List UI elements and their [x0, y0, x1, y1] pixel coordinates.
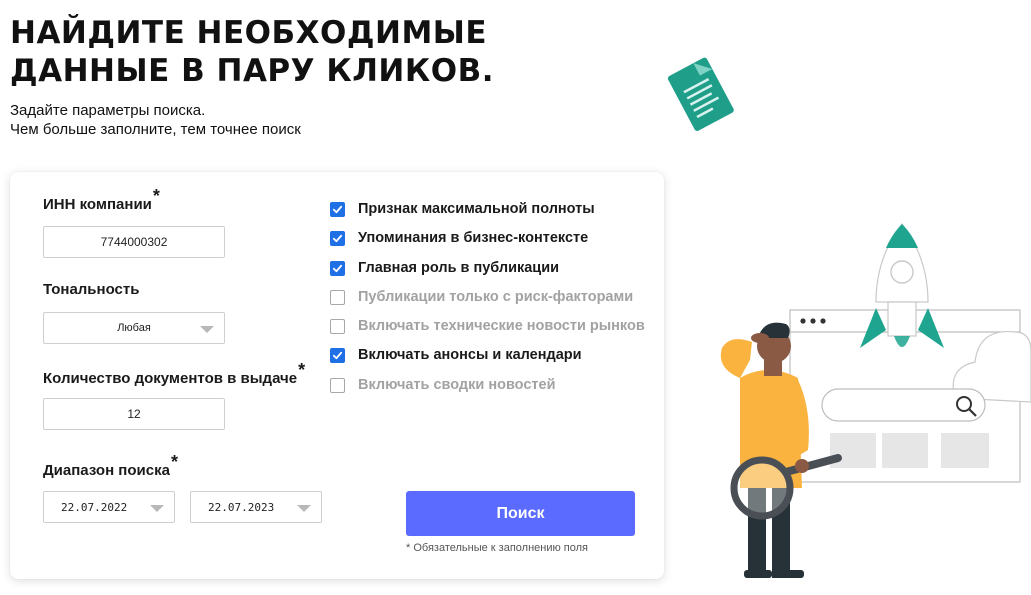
page-title: Найдите необходимые данные в пару кликов… — [10, 14, 494, 90]
option-label: Признак максимальной полноты — [358, 201, 595, 217]
required-mark: * — [152, 186, 160, 206]
option-max-completeness[interactable]: Признак максимальной полноты — [330, 199, 595, 219]
required-mark: * — [170, 452, 178, 472]
option-label: Включать анонсы и календари — [358, 347, 582, 363]
inn-label: ИНН компании* — [43, 186, 160, 213]
tone-label: Тональность — [43, 281, 140, 298]
option-checkbox[interactable] — [330, 289, 345, 305]
option-checkbox[interactable] — [330, 347, 345, 363]
page-title-line2: данные в пару кликов. — [10, 53, 494, 89]
option-tech-news[interactable]: Включать технические новости рынков — [330, 316, 645, 336]
check-icon — [332, 351, 343, 359]
page-subtitle-line1: Задайте параметры поиска. — [10, 102, 206, 119]
check-icon — [332, 264, 343, 272]
option-label: Главная роль в публикации — [358, 260, 560, 276]
count-label: Количество документов в выдаче* — [43, 360, 306, 387]
search-button[interactable]: Поиск — [406, 491, 635, 536]
option-label: Включать технические новости рынков — [358, 318, 645, 334]
required-mark: * — [298, 360, 306, 380]
option-announcements[interactable]: Включать анонсы и календари — [330, 345, 582, 365]
required-fields-note: * Обязательные к заполнению поля — [406, 542, 589, 554]
count-input[interactable]: 12 — [43, 398, 225, 430]
option-checkbox[interactable] — [330, 201, 345, 217]
chevron-down-icon — [150, 505, 164, 512]
page-subtitle-line2: Чем больше заполните, тем точнее поиск — [10, 121, 301, 138]
option-checkbox[interactable] — [330, 260, 345, 276]
search-form-card: ИНН компании* 7744000302 Тональность Люб… — [10, 172, 664, 579]
option-label: Публикации только с риск-факторами — [358, 289, 634, 305]
check-icon — [332, 234, 343, 242]
date-to-select[interactable]: 22.07.2023 — [190, 491, 322, 523]
option-business-context[interactable]: Упоминания в бизнес-контексте — [330, 228, 588, 248]
option-main-role[interactable]: Главная роль в публикации — [330, 258, 559, 278]
option-label: Включать сводки новостей — [358, 377, 556, 393]
check-icon — [332, 205, 343, 213]
magnifier-icon — [730, 456, 794, 520]
page-title-line1: Найдите необходимые — [10, 15, 488, 51]
inn-input[interactable]: 7744000302 — [43, 226, 225, 258]
chevron-down-icon — [297, 505, 311, 512]
option-checkbox[interactable] — [330, 377, 345, 393]
option-label: Упоминания в бизнес-контексте — [358, 230, 589, 246]
option-checkbox[interactable] — [330, 318, 345, 334]
document-illustration — [667, 57, 734, 131]
range-label: Диапазон поиска* — [43, 452, 178, 479]
option-news-digests[interactable]: Включать сводки новостей — [330, 375, 555, 395]
option-risk-factors[interactable]: Публикации только с риск-факторами — [330, 287, 633, 307]
chevron-down-icon — [200, 326, 214, 333]
option-checkbox[interactable] — [330, 230, 345, 246]
tone-select[interactable]: Любая — [43, 312, 225, 344]
date-from-select[interactable]: 22.07.2022 — [43, 491, 175, 523]
search-illustration — [720, 223, 1031, 578]
page-subtitle: Задайте параметры поиска. Чем больше зап… — [10, 101, 301, 139]
